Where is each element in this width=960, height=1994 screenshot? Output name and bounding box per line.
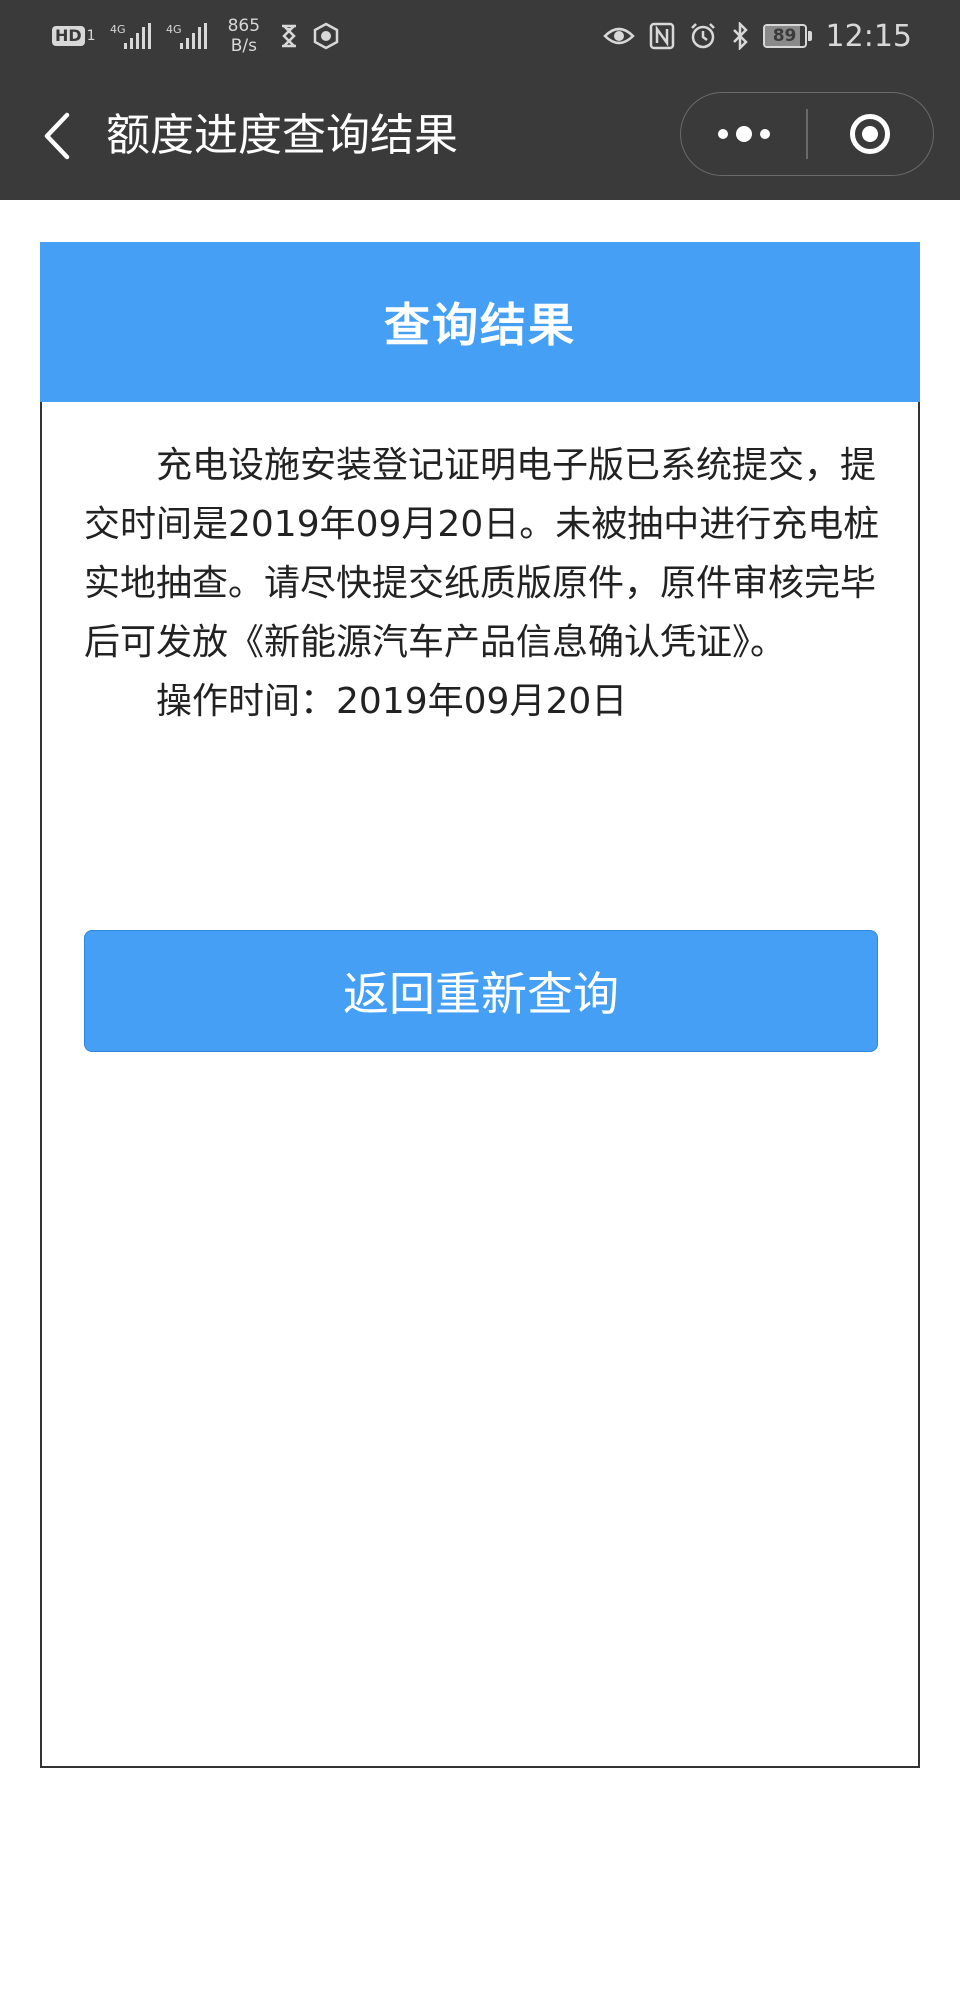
operation-time: 操作时间：2019年09月20日 — [84, 672, 880, 731]
nfc-icon — [649, 22, 675, 50]
mini-program-capsule — [680, 92, 934, 176]
requery-button[interactable]: 返回重新查询 — [84, 930, 878, 1052]
target-circle-icon — [850, 114, 891, 154]
battery-icon: 89 — [762, 24, 812, 48]
shield-icon — [312, 22, 340, 50]
status-bar-right: 89 12:15 — [602, 0, 912, 72]
chevron-left-icon — [44, 112, 70, 160]
alarm-icon — [689, 22, 717, 50]
signal-icon: 4G — [166, 21, 208, 51]
status-time: 12:15 — [825, 18, 912, 54]
result-card-header: 查询结果 — [40, 242, 920, 402]
network-speed-value: 865 — [227, 16, 261, 36]
status-bar: HD 1 4G 4G 865 B/s 89 12:15 — [0, 0, 960, 72]
hd-label: HD — [52, 26, 85, 46]
close-program-button[interactable] — [808, 93, 933, 175]
battery-body: 89 — [762, 24, 807, 48]
hourglass-icon — [280, 24, 298, 48]
result-card: 查询结果 充电设施安装登记证明电子版已系统提交，提交时间是2019年09月20日… — [40, 242, 920, 1768]
result-card-title: 查询结果 — [384, 298, 576, 352]
result-card-body: 充电设施安装登记证明电子版已系统提交，提交时间是2019年09月20日。未被抽中… — [84, 436, 880, 731]
battery-tip — [807, 31, 812, 41]
eye-icon — [602, 24, 635, 48]
status-bar-left: HD 1 4G 4G 865 B/s — [52, 0, 354, 72]
signal-1-label: 4G — [110, 23, 126, 36]
network-speed: 865 B/s — [228, 16, 260, 56]
back-button[interactable] — [28, 106, 88, 166]
operation-time-label: 操作时间： — [156, 681, 337, 722]
network-speed-unit: B/s — [230, 36, 257, 56]
battery-level: 89 — [772, 26, 797, 46]
result-message: 充电设施安装登记证明电子版已系统提交，提交时间是2019年09月20日。未被抽中… — [84, 445, 880, 663]
bluetooth-icon — [731, 22, 749, 50]
hd-icon: HD 1 — [52, 26, 96, 46]
signal-2-label: 4G — [166, 23, 182, 36]
mini-program-page: HD 1 4G 4G 865 B/s 89 12:15 额度进度查询结果 查询结… — [0, 0, 960, 1994]
hd-sub-label: 1 — [86, 28, 96, 44]
operation-time-value: 2019年09月20日 — [336, 681, 628, 722]
nav-bar: 额度进度查询结果 — [0, 72, 960, 200]
signal-icon: 4G — [110, 21, 152, 51]
page-title: 额度进度查询结果 — [106, 110, 458, 161]
more-dots-icon — [714, 126, 774, 142]
more-button[interactable] — [681, 93, 806, 175]
